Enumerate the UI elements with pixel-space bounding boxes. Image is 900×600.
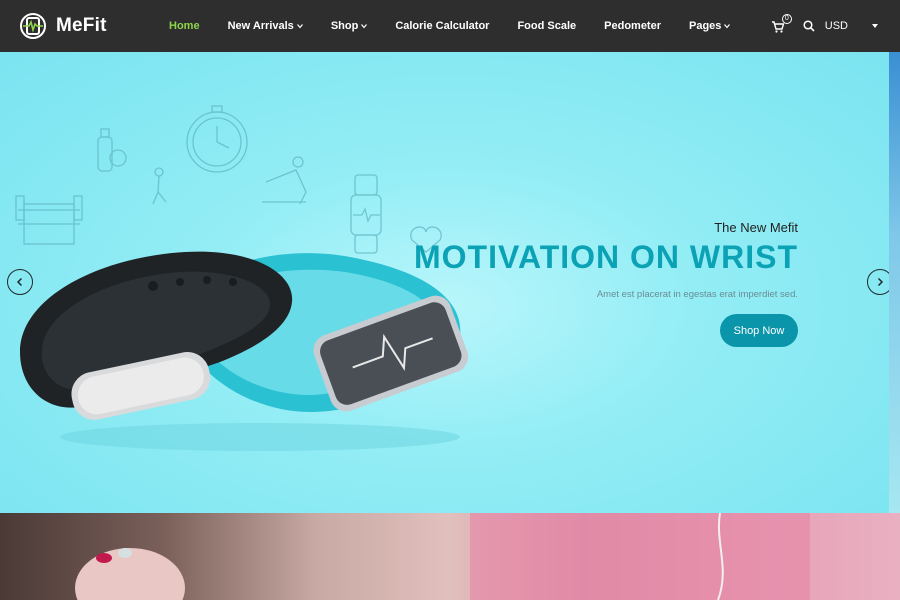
chevron-down-icon: [296, 23, 303, 29]
caret-down-icon: [872, 24, 878, 28]
nav-item-calorie-calculator[interactable]: Calorie Calculator: [395, 20, 489, 32]
lifestyle-photo: [75, 513, 810, 600]
main-nav: Home New Arrivals Shop Calorie Calculato…: [169, 0, 758, 52]
nav-label: New Arrivals: [227, 20, 294, 32]
shop-now-button[interactable]: Shop Now: [720, 314, 798, 347]
hero-eyebrow: The New Mefit: [714, 220, 798, 235]
smartwatch-logo-icon: [20, 13, 46, 39]
hero-subtitle: Amet est placerat in egestas erat imperd…: [596, 289, 798, 300]
cart-count-badge: 0: [781, 14, 792, 24]
carousel-prev-button[interactable]: [7, 269, 33, 295]
nav-item-shop[interactable]: Shop: [331, 20, 368, 32]
site-header: MeFit Home New Arrivals Shop Calorie Cal…: [0, 0, 900, 52]
nav-label: Shop: [330, 20, 359, 32]
carousel-next-button[interactable]: [867, 269, 889, 295]
currency-select[interactable]: USD: [825, 20, 878, 32]
brand-logo[interactable]: MeFit: [18, 12, 107, 40]
nav-label: Food Scale: [517, 20, 577, 32]
nav-label: Home: [169, 20, 200, 32]
fitness-band-image: [20, 251, 469, 451]
chevron-left-icon: [16, 277, 23, 287]
nav-item-home[interactable]: Home: [169, 20, 200, 32]
chevron-down-icon: [724, 23, 731, 29]
nav-item-food-scale[interactable]: Food Scale: [517, 20, 576, 32]
nav-label: Calorie Calculator: [395, 20, 490, 32]
nav-label: Pages: [689, 20, 722, 32]
nav-item-new-arrivals[interactable]: New Arrivals: [228, 20, 303, 32]
brand-name: MeFit: [56, 15, 107, 36]
search-icon[interactable]: [803, 20, 815, 32]
nav-label: Pedometer: [604, 20, 661, 32]
hero-banner: The New Mefit MOTIVATION ON WRIST Amet e…: [0, 52, 889, 513]
cart-button[interactable]: 0: [771, 14, 793, 34]
nav-item-pedometer[interactable]: Pedometer: [604, 20, 661, 32]
header-tools: 0 USD: [771, 0, 878, 52]
nav-item-pages[interactable]: Pages: [689, 20, 731, 32]
chevron-right-icon: [877, 277, 884, 287]
hero-headline: MOTIVATION ON WRIST: [414, 239, 798, 275]
chevron-down-icon: [361, 23, 368, 29]
next-slide-edge: [889, 52, 900, 513]
currency-label: USD: [824, 20, 848, 32]
lifestyle-photo-section: [0, 513, 900, 600]
